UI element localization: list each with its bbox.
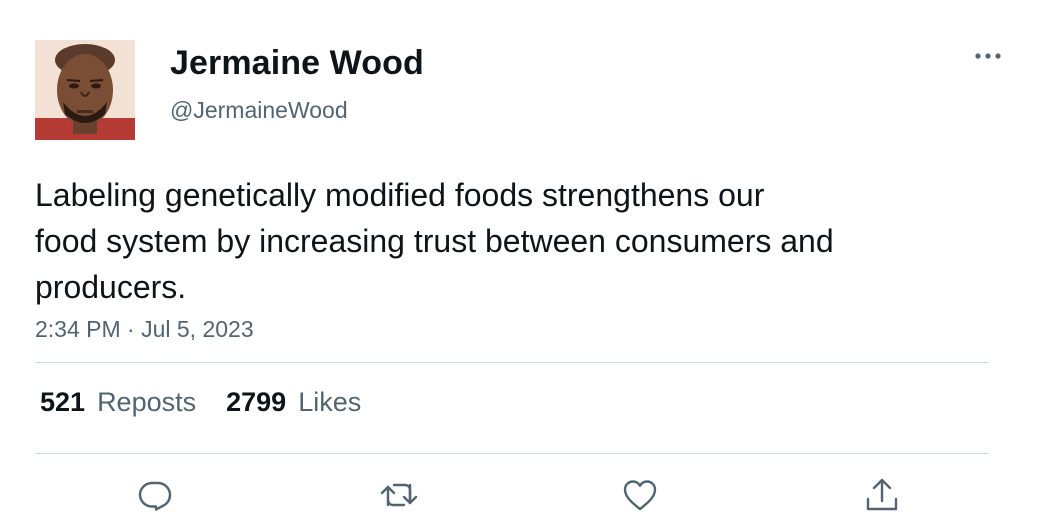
tweet-text: Labeling genetically modified foods stre… xyxy=(35,172,975,310)
avatar[interactable] xyxy=(35,40,135,140)
tweet-text-line: food system by increasing trust between … xyxy=(35,223,834,259)
reply-button[interactable] xyxy=(130,470,180,520)
reply-icon xyxy=(138,481,172,511)
display-name[interactable]: Jermaine Wood xyxy=(170,44,424,83)
likes-count: 2799 xyxy=(226,387,287,417)
share-button[interactable] xyxy=(857,470,907,520)
action-bar xyxy=(0,470,1050,520)
tweet-text-line: producers. xyxy=(35,269,187,305)
user-handle[interactable]: @JermaineWood xyxy=(170,97,348,124)
divider xyxy=(35,362,989,363)
reposts-count: 521 xyxy=(40,387,86,417)
share-icon xyxy=(866,478,898,511)
heart-icon xyxy=(623,480,657,511)
likes-label: Likes xyxy=(298,387,362,417)
likes-stat[interactable]: 2799 Likes xyxy=(226,387,361,418)
like-button[interactable] xyxy=(615,470,665,520)
more-icon xyxy=(975,53,1001,59)
engagement-stats: 521 Reposts 2799 Likes xyxy=(40,387,361,418)
divider xyxy=(35,453,989,454)
reposts-stat[interactable]: 521 Reposts xyxy=(40,387,196,418)
reposts-label: Reposts xyxy=(97,387,197,417)
repost-button[interactable] xyxy=(374,470,424,520)
repost-icon xyxy=(380,483,418,507)
tweet-timestamp[interactable]: 2:34 PM · Jul 5, 2023 xyxy=(35,316,254,343)
tweet-text-line: Labeling genetically modified foods stre… xyxy=(35,177,765,213)
tweet-card: Jermaine Wood @JermaineWood Labeling gen… xyxy=(0,0,1050,525)
more-options-button[interactable] xyxy=(968,42,1008,70)
